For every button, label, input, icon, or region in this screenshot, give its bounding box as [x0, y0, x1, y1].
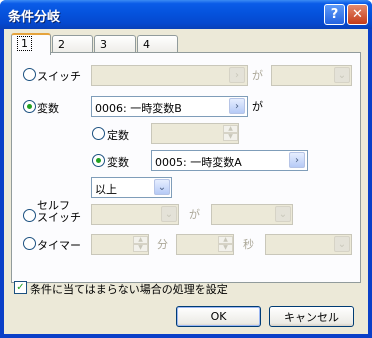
variable-field: 0006: 一時変数B [91, 96, 248, 117]
ok-button[interactable]: OK [176, 306, 261, 327]
tab-label: 1 [17, 36, 32, 51]
timer-minutes-stepper[interactable]: ▲ ▼ [133, 236, 148, 253]
caret-down-icon: ▼ [133, 244, 148, 252]
variable-label: 変数 [37, 102, 59, 115]
switch-picker-button[interactable]: › [229, 67, 245, 83]
timer-seconds-stepper[interactable]: ▲ ▼ [218, 236, 233, 253]
checkmark-icon: ✓ [16, 282, 25, 293]
dialog-title: 条件分岐 [8, 10, 61, 25]
caret-up-icon: ▲ [218, 236, 233, 244]
chevron-down-icon: ⌄ [337, 238, 347, 250]
timer-radio[interactable] [23, 237, 36, 250]
switch-connector: が [252, 69, 263, 82]
caret-up-icon: ▲ [133, 236, 148, 244]
caret-up-icon: ▲ [223, 125, 238, 133]
chevron-down-icon: ⌄ [337, 69, 347, 81]
close-button[interactable]: ✕ [347, 4, 368, 25]
comparison-dropdown[interactable]: ⌄ [154, 179, 170, 195]
switch-radio[interactable] [23, 68, 36, 81]
comparison-value: 以上 [95, 183, 117, 196]
variable-value: 0006: 一時変数B [95, 102, 182, 115]
operand-variable-radio[interactable] [92, 154, 105, 167]
self-switch-radio[interactable] [23, 209, 36, 222]
else-checkbox[interactable]: ✓ [14, 281, 27, 294]
timer-label: タイマー [37, 239, 81, 252]
constant-radio[interactable] [92, 127, 105, 140]
switch-label: スイッチ [37, 70, 81, 83]
dialog-window: 条件分岐 ? ✕ 1 2 3 4 スイッチ › が ⌄ 変数 0006: 一時変… [0, 0, 372, 338]
tab-label: 4 [143, 38, 150, 51]
else-checkbox-label[interactable]: 条件に当てはまらない場合の処理を設定 [30, 281, 228, 297]
self-switch-state-dropdown[interactable]: ⌄ [275, 206, 291, 222]
variable-connector: が [252, 100, 263, 113]
tab-label: 2 [58, 38, 65, 51]
question-icon: ? [330, 7, 339, 22]
switch-state-dropdown[interactable]: ⌄ [334, 67, 350, 83]
title-bar[interactable]: 条件分岐 ? ✕ [0, 0, 372, 29]
switch-field [91, 65, 248, 86]
dialog-body: 1 2 3 4 スイッチ › が ⌄ 変数 0006: 一時変数B › が 定数… [4, 29, 368, 334]
tab-panel: スイッチ › が ⌄ 変数 0006: 一時変数B › が 定数 ▲ ▼ 変数 0… [11, 52, 361, 283]
timer-minutes-unit: 分 [157, 238, 168, 251]
chevron-down-icon: ⌄ [278, 208, 288, 220]
variable-picker-button[interactable]: › [229, 98, 245, 114]
timer-seconds-unit: 秒 [243, 238, 254, 251]
chevron-down-icon: ⌄ [157, 181, 167, 193]
caret-down-icon: ▼ [218, 244, 233, 252]
tab-1[interactable]: 1 [11, 33, 51, 55]
self-switch-label: セルフ スイッチ [37, 200, 81, 224]
chevron-down-icon: ⌄ [164, 208, 174, 220]
self-switch-dropdown[interactable]: ⌄ [161, 206, 177, 222]
operand-variable-field: 0005: 一時変数A [151, 150, 308, 171]
variable-radio[interactable] [23, 100, 36, 113]
close-icon: ✕ [352, 7, 363, 22]
tab-label: 3 [100, 38, 107, 51]
cancel-button[interactable]: キャンセル [269, 306, 354, 327]
chevron-right-icon: › [235, 69, 239, 81]
timer-condition-dropdown[interactable]: ⌄ [334, 236, 350, 252]
caret-down-icon: ▼ [223, 133, 238, 141]
operand-variable-value: 0005: 一時変数A [155, 156, 242, 169]
operand-variable-label: 変数 [107, 156, 129, 169]
constant-label: 定数 [107, 129, 129, 142]
chevron-right-icon: › [235, 100, 239, 112]
self-switch-label-line2: スイッチ [37, 211, 81, 224]
operand-variable-picker-button[interactable]: › [289, 152, 305, 168]
constant-stepper[interactable]: ▲ ▼ [223, 125, 238, 142]
self-switch-connector: が [189, 208, 200, 221]
chevron-right-icon: › [295, 154, 299, 166]
help-button[interactable]: ? [324, 4, 345, 25]
